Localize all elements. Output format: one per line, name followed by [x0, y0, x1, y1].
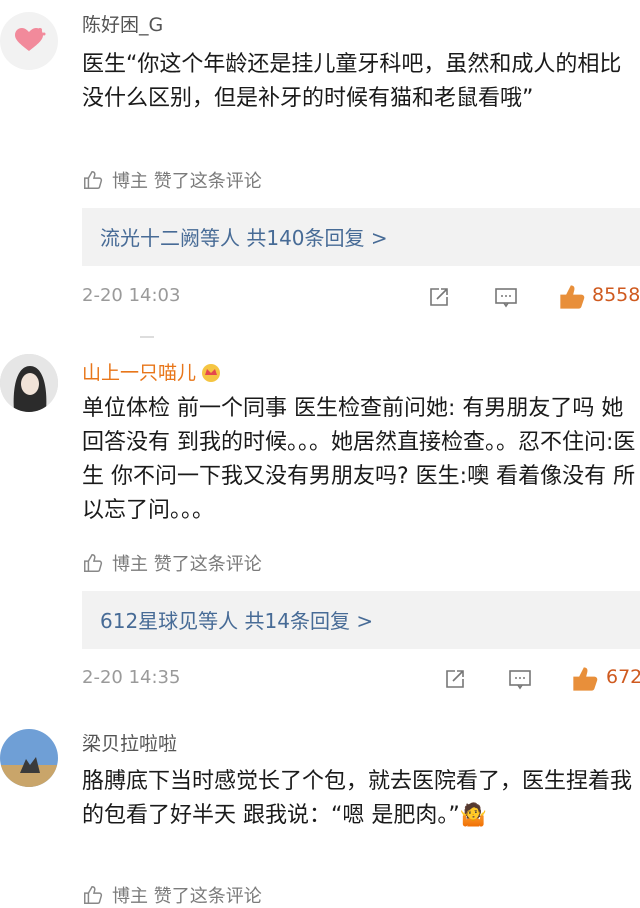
- replies-box[interactable]: 流光十二阙等人 共140条回复 >: [82, 208, 640, 266]
- thumbs-up-icon[interactable]: [558, 283, 586, 311]
- avatar[interactable]: [0, 12, 58, 70]
- comment-1: 陈好困_G 医生“你这个年龄还是挂儿童牙科吧，虽然和成人的相比没什么区别，但是补…: [0, 0, 640, 330]
- thumbs-up-icon: [84, 554, 103, 572]
- replies-box[interactable]: 612星球见等人 共14条回复 >: [82, 591, 640, 649]
- avatar-photo: [0, 354, 58, 412]
- like-count: 8558: [592, 284, 640, 306]
- username[interactable]: 梁贝拉啦啦: [82, 729, 177, 756]
- comment-text: 单位体检 前一个同事 医生检查前问她: 有男朋友了吗 她回答没有 到我的时候。。…: [82, 396, 636, 523]
- liked-by-author: 博主 赞了这条评论: [82, 167, 262, 193]
- avatar[interactable]: [0, 729, 58, 787]
- replies-link[interactable]: 流光十二阙等人 共140条回复 >: [100, 222, 388, 251]
- reply-icon[interactable]: [508, 667, 532, 691]
- comment-text-label: 胳膊底下当时感觉长了个包，就去医院看了，医生捏着我的包看了好半天 跟我说：“嗯 …: [82, 769, 633, 828]
- replies-link[interactable]: 612星球见等人 共14条回复 >: [100, 605, 373, 634]
- thumbs-up-icon[interactable]: [571, 665, 599, 693]
- heart-avatar-icon: [15, 28, 46, 51]
- liked-by-author: 博主 赞了这条评论: [82, 882, 262, 908]
- username[interactable]: 陈好困_G: [82, 10, 163, 37]
- reply-icon[interactable]: [494, 285, 518, 309]
- share-icon[interactable]: [427, 285, 451, 309]
- shrug-emoji: 🤷: [459, 803, 488, 828]
- liked-by-author: 博主 赞了这条评论: [82, 550, 262, 576]
- comment-text: 医生“你这个年龄还是挂儿童牙科吧，虽然和成人的相比没什么区别，但是补牙的时候有猫…: [82, 52, 622, 111]
- liked-by-label: 博主 赞了这条评论: [112, 554, 262, 575]
- liked-by-label: 博主 赞了这条评论: [112, 171, 262, 192]
- divider: [140, 336, 154, 338]
- comment-text: 胳膊底下当时感觉长了个包，就去医院看了，医生捏着我的包看了好半天 跟我说：“嗯 …: [82, 765, 638, 833]
- thumbs-up-icon: [84, 886, 103, 904]
- comment-2: 山上一只喵儿 单位体检 前一个同事 医生检查前问她: 有男朋友了吗 她回答没有 …: [0, 340, 640, 710]
- share-icon[interactable]: [443, 667, 467, 691]
- crown-icon: [202, 363, 221, 382]
- like-count: 672: [606, 666, 640, 688]
- timestamp: 2-20 14:03: [82, 285, 181, 306]
- thumbs-up-icon: [84, 171, 103, 189]
- username-label: 山上一只喵儿: [82, 362, 197, 384]
- timestamp: 2-20 14:35: [82, 667, 181, 688]
- avatar[interactable]: [0, 354, 58, 412]
- username[interactable]: 山上一只喵儿: [82, 358, 222, 385]
- liked-by-label: 博主 赞了这条评论: [112, 886, 262, 907]
- comment-3: 梁贝拉啦啦 胳膊底下当时感觉长了个包，就去医院看了，医生捏着我的包看了好半天 跟…: [0, 715, 640, 907]
- avatar-photo: [0, 729, 58, 787]
